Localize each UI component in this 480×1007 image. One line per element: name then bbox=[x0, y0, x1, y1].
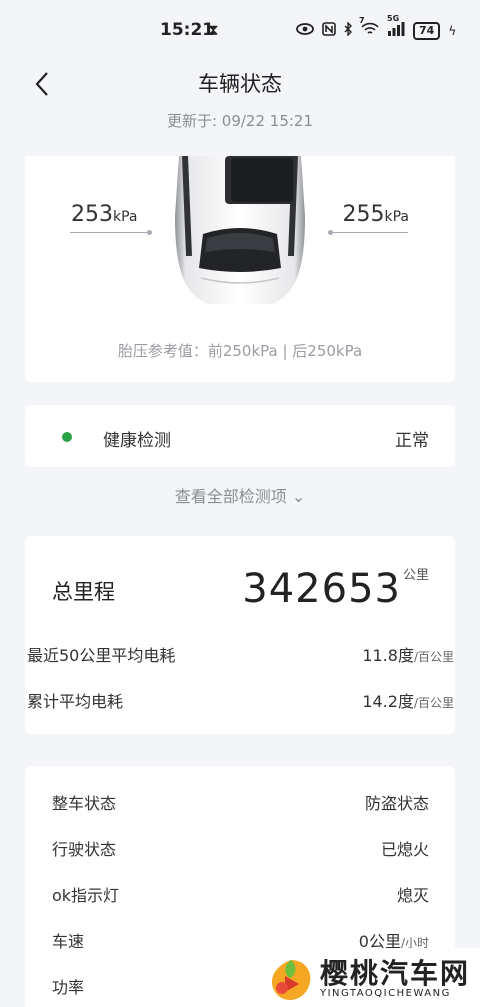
tire-pointer-dot-left bbox=[147, 230, 152, 235]
list-item: ok指示灯 熄灭 bbox=[52, 882, 429, 906]
status-time: 15:21 bbox=[160, 20, 215, 40]
status-label: ok指示灯 bbox=[52, 886, 120, 905]
health-status-dot bbox=[62, 432, 72, 442]
recent-consumption-label: 最近50公里平均电耗 bbox=[27, 646, 176, 665]
list-item: 行驶状态 已熄火 bbox=[52, 836, 429, 860]
updated-time: 更新于: 09/22 15:21 bbox=[166, 112, 314, 130]
tire-pressure-right: 255kPa bbox=[342, 202, 410, 227]
nfc-icon bbox=[322, 22, 336, 40]
average-consumption-value: 14.2度/百公里 bbox=[362, 692, 454, 711]
nav-bar: 车辆状态 bbox=[0, 60, 480, 108]
page-title: 车辆状态 bbox=[198, 72, 282, 96]
network-type: 5G bbox=[387, 14, 400, 23]
status-icons: 7 5G 74 ϟ bbox=[296, 14, 457, 40]
status-label: 整车状态 bbox=[52, 794, 117, 813]
hourglass-icon: ⧗ bbox=[208, 21, 219, 39]
total-mileage-number: 342653 bbox=[242, 566, 401, 612]
charging-icon: ϟ bbox=[448, 24, 457, 38]
watermark-title: 樱桃汽车网 bbox=[320, 957, 471, 990]
status-value: 熄灭 bbox=[396, 886, 429, 905]
status-label: 功率 bbox=[52, 978, 85, 997]
cherry-logo-icon bbox=[272, 960, 311, 1000]
tire-pressure-reference: 胎压参考值：前250kPa | 后250kPa bbox=[117, 342, 363, 360]
tire-pointer-line-left bbox=[70, 232, 148, 233]
health-check-row[interactable]: 健康检测 正常 bbox=[25, 405, 455, 467]
car-topview-image bbox=[175, 156, 305, 304]
tire-pointer-dot-right bbox=[328, 230, 333, 235]
cellular-icon: 5G bbox=[387, 14, 405, 40]
average-consumption-row: 累计平均电耗 14.2度/百公里 bbox=[27, 688, 454, 712]
bluetooth-icon bbox=[344, 21, 353, 40]
battery-icon: 74 bbox=[413, 22, 441, 40]
eye-icon bbox=[296, 23, 314, 39]
list-item: 整车状态 防盗状态 bbox=[52, 790, 429, 814]
status-bar: 15:21 ⧗ 7 5G 74 ϟ bbox=[0, 0, 480, 60]
average-consumption-label: 累计平均电耗 bbox=[27, 692, 124, 711]
status-label: 行驶状态 bbox=[52, 840, 117, 859]
status-value: 防盗状态 bbox=[364, 794, 429, 813]
tire-pointer-line-right bbox=[330, 232, 408, 233]
health-check-value: 正常 bbox=[395, 431, 429, 451]
recent-consumption-row: 最近50公里平均电耗 11.8度/百公里 bbox=[27, 642, 454, 666]
watermark-subtitle: YINGTAOQICHEWANG bbox=[320, 988, 451, 999]
total-mileage-label: 总里程 bbox=[52, 580, 115, 604]
wifi-icon: 7 bbox=[359, 16, 379, 40]
signal-badge: 7 bbox=[359, 16, 365, 25]
view-all-checks-link[interactable]: 查看全部检测项 ⌄ bbox=[0, 483, 480, 507]
health-check-label: 健康检测 bbox=[103, 431, 171, 451]
status-label: 车速 bbox=[52, 932, 85, 951]
total-mileage-value: 342653 公里 bbox=[242, 564, 429, 613]
tire-pressure-left: 253kPa bbox=[71, 202, 138, 227]
recent-consumption-value: 11.8度/百公里 bbox=[362, 646, 454, 665]
total-mileage-unit: 公里 bbox=[402, 568, 429, 583]
status-value: 已熄火 bbox=[380, 840, 429, 859]
tire-pressure-card: 253kPa 255kPa 胎压参考值：前250kPa | 后250kPa bbox=[25, 156, 455, 382]
watermark: 樱桃汽车网 YINGTAOQICHEWANG bbox=[262, 948, 480, 1007]
